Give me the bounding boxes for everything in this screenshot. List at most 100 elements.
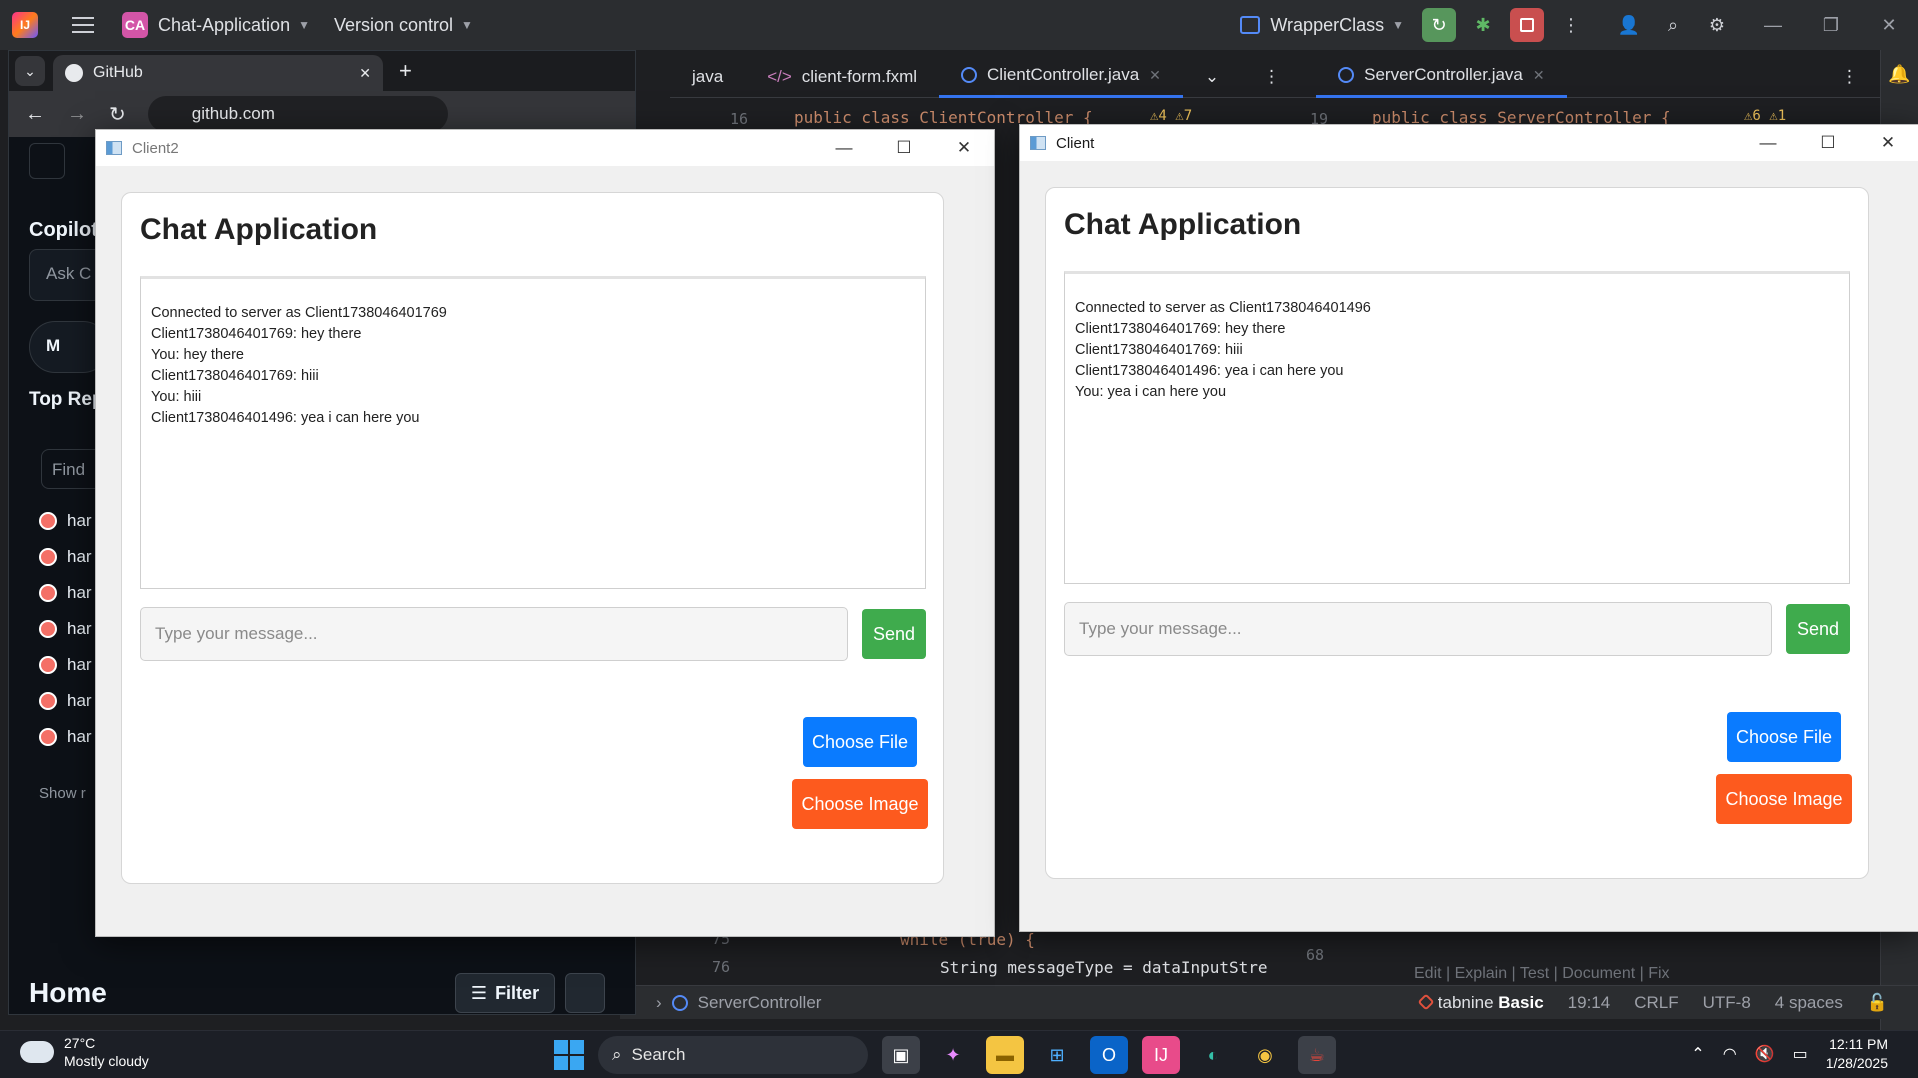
breadcrumb[interactable]: › ServerController [656,993,821,1013]
indent-setting[interactable]: 4 spaces [1775,993,1843,1013]
battery-icon[interactable]: ▭ [1793,1044,1808,1064]
close-icon[interactable]: ✕ [1858,133,1918,153]
choose-file-button[interactable]: Choose File [1727,712,1841,762]
wifi-icon[interactable]: ◠ [1723,1044,1737,1064]
minimize-icon[interactable]: — [1738,133,1798,153]
weather-widget[interactable]: 27°C Mostly cloudy [18,1031,149,1070]
close-tab-icon[interactable]: ✕ [359,65,371,82]
stop-button[interactable] [1510,8,1544,42]
repo-link[interactable]: har [39,655,92,675]
address-bar[interactable]: github.com [147,96,448,132]
forward-arrow-icon[interactable]: → [67,103,87,126]
tab-more-icon[interactable]: ⋮ [1241,56,1302,98]
repo-link[interactable]: har [39,727,92,747]
notifications-bell-icon[interactable]: 🔔 [1888,64,1910,86]
chevron-down-icon[interactable]: ▼ [298,18,310,32]
intellij-logo-icon[interactable]: IJ [12,12,38,38]
speaker-muted-icon[interactable]: 🔇 [1755,1044,1775,1064]
intellij-taskbar-icon[interactable]: IJ [1142,1036,1180,1074]
weather-condition: Mostly cloudy [64,1053,149,1069]
repo-link[interactable]: har [39,547,92,567]
outlook-icon[interactable]: O [1090,1036,1128,1074]
warning-indicator[interactable]: ⚠4 ⚠7 [1150,108,1192,124]
repo-name: har [67,583,92,602]
choose-file-button[interactable]: Choose File [803,717,917,767]
tabnine-hint-row[interactable]: Edit | Explain | Test | Document | Fix [1414,965,1670,983]
github-menu-button[interactable] [29,143,65,179]
window-titlebar[interactable]: Client — ☐ ✕ [1020,125,1918,161]
chat-message: Client1738046401496: yea i can here you [151,410,420,426]
warning-indicator[interactable]: ⚠6 ⚠1 [1744,108,1786,124]
java-app-taskbar-icon[interactable]: ☕ [1298,1036,1336,1074]
minimize-icon[interactable]: — [814,138,874,158]
show-more-link[interactable]: Show r [39,785,86,802]
cursor-position[interactable]: 19:14 [1568,993,1611,1013]
chat-log[interactable]: Connected to server as Client17380464014… [1064,271,1850,584]
add-user-icon[interactable]: 👤 [1612,8,1646,42]
debug-bug-icon[interactable]: ✱ [1466,8,1500,42]
close-icon[interactable]: ✕ [1860,15,1918,36]
message-input[interactable]: Type your message... [140,607,848,661]
back-arrow-icon[interactable]: ← [25,103,45,126]
project-name[interactable]: Chat-Application [158,15,290,36]
window-titlebar[interactable]: Client2 — ☐ ✕ [96,130,994,166]
repo-link[interactable]: har [39,583,92,603]
edge-icon[interactable]: ◐ [1194,1036,1232,1074]
reload-icon[interactable]: ↻ [109,102,126,127]
editor-tab-active[interactable]: ClientController.java ✕ [939,56,1183,98]
clock[interactable]: 12:11 PM 1/28/2025 [1826,1035,1888,1073]
maximize-icon[interactable]: ☐ [874,138,934,158]
tab-overflow-chevron-icon[interactable]: ⌄ [1183,56,1241,98]
tabnine-status[interactable]: tabnine Basic [1417,993,1544,1013]
chat-log[interactable]: Connected to server as Client17380464017… [140,276,926,589]
breadcrumb-item[interactable]: ServerController [698,993,822,1013]
app-heading: Chat Application [140,213,378,246]
chevron-down-icon[interactable]: ▼ [461,18,473,32]
search-icon[interactable]: ⌕ [1656,8,1690,42]
repo-link[interactable]: har [39,511,92,531]
tab-search-chevron-icon[interactable]: ⌄ [15,56,45,86]
run-configuration-selector[interactable]: WrapperClass ▼ [1240,15,1404,36]
editor-tab[interactable]: </> client-form.fxml [745,56,939,98]
taskbar-search[interactable]: ⌕ Search [598,1036,868,1074]
message-input[interactable]: Type your message... [1064,602,1772,656]
editor-tab-active[interactable]: ServerController.java ✕ [1316,56,1567,98]
vcs-menu[interactable]: Version control [334,15,453,36]
main-menu-icon[interactable] [72,17,94,33]
new-tab-icon[interactable]: + [399,58,412,84]
close-tab-icon[interactable]: ✕ [1533,67,1545,84]
close-tab-icon[interactable]: ✕ [1149,67,1161,84]
top-repos-heading: Top Rep [29,389,104,410]
choose-image-button[interactable]: Choose Image [792,779,928,829]
task-view-icon[interactable]: ▣ [882,1036,920,1074]
restore-icon[interactable]: ❐ [1802,15,1860,36]
rerun-button[interactable]: ↻ [1422,8,1456,42]
file-encoding[interactable]: UTF-8 [1703,993,1751,1013]
minimize-icon[interactable]: — [1744,15,1802,36]
editor-tab[interactable]: java [670,56,745,98]
file-explorer-icon[interactable]: ▬ [986,1036,1024,1074]
close-icon[interactable]: ✕ [934,138,994,158]
side-panel-toggle-icon[interactable] [565,973,605,1013]
repo-link[interactable]: har [39,619,92,639]
browser-tab[interactable]: GitHub ✕ [53,55,383,91]
repo-link[interactable]: har [39,691,92,711]
tray-overflow-chevron-icon[interactable]: ⌃ [1691,1044,1704,1064]
send-button[interactable]: Send [862,609,926,659]
line-separator[interactable]: CRLF [1634,993,1678,1013]
filter-button[interactable]: ☰ Filter [455,973,555,1013]
tab-more-icon[interactable]: ⋮ [1819,56,1880,98]
send-button[interactable]: Send [1786,604,1850,654]
java-app-icon [1030,136,1046,150]
choose-image-button[interactable]: Choose Image [1716,774,1852,824]
microsoft-store-icon[interactable]: ⊞ [1038,1036,1076,1074]
windows-start-icon[interactable] [554,1040,584,1070]
settings-gear-icon[interactable]: ⚙ [1700,8,1734,42]
lock-icon[interactable]: 🔓 [1867,993,1888,1013]
system-tray: ⌃ ◠ 🔇 ▭ 12:11 PM 1/28/2025 [1691,1030,1918,1078]
chrome-icon[interactable]: ◉ [1246,1036,1284,1074]
editor-tab-bar: java </> client-form.fxml ClientControlle… [670,56,1880,98]
more-actions-icon[interactable]: ⋮ [1554,8,1588,42]
maximize-icon[interactable]: ☐ [1798,133,1858,153]
copilot-icon[interactable]: ✦ [934,1036,972,1074]
